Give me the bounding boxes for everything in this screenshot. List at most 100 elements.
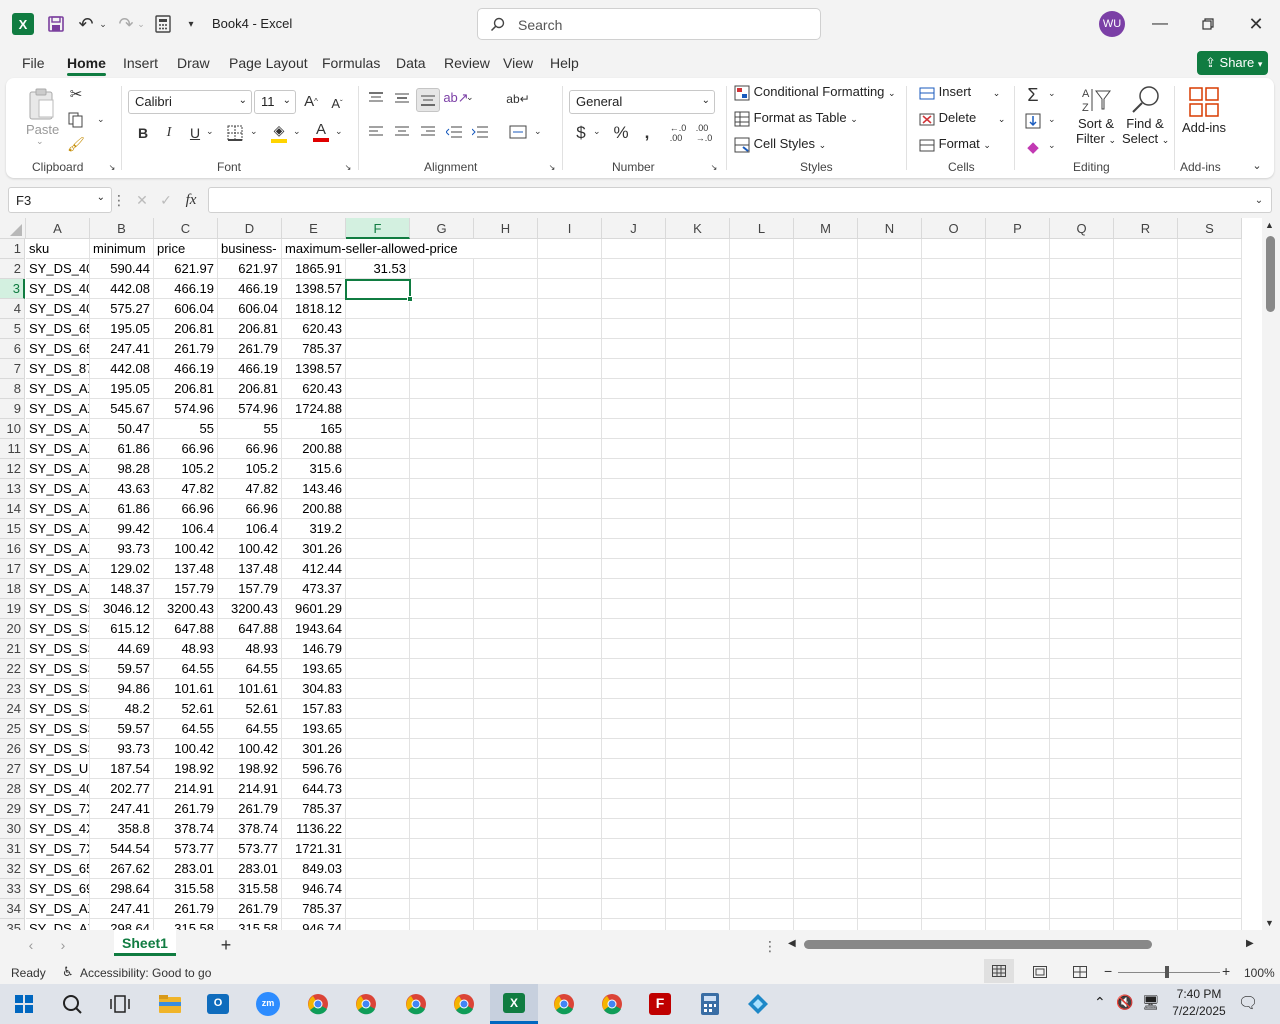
table-cell[interactable] (858, 299, 922, 319)
sort-filter-button[interactable]: AZ Sort & Filter ⌄ (1072, 84, 1120, 156)
table-cell[interactable] (474, 259, 538, 279)
row-header[interactable]: 16 (0, 539, 25, 559)
table-cell[interactable]: 55 (154, 419, 218, 439)
table-cell[interactable] (1178, 519, 1242, 539)
table-cell[interactable] (602, 779, 666, 799)
table-cell[interactable] (858, 459, 922, 479)
table-cell[interactable] (730, 759, 794, 779)
table-cell[interactable] (794, 739, 858, 759)
table-cell[interactable] (922, 799, 986, 819)
table-cell[interactable] (346, 879, 410, 899)
table-cell[interactable] (474, 879, 538, 899)
table-cell[interactable] (410, 799, 474, 819)
table-cell[interactable] (794, 499, 858, 519)
table-cell[interactable] (858, 279, 922, 299)
scroll-up-icon[interactable]: ▲ (1265, 220, 1274, 230)
table-cell[interactable] (410, 339, 474, 359)
restore-icon[interactable] (1194, 12, 1222, 36)
table-cell[interactable] (986, 619, 1050, 639)
volume-muted-icon[interactable]: 🔇 (1116, 994, 1133, 1011)
table-cell[interactable]: 573.77 (154, 839, 218, 859)
table-cell[interactable] (410, 699, 474, 719)
table-cell[interactable] (1114, 599, 1178, 619)
table-cell[interactable] (666, 299, 730, 319)
column-header-r[interactable]: R (1114, 218, 1178, 239)
table-cell[interactable]: SY_DS_AX (26, 499, 90, 519)
table-cell[interactable]: 137.48 (154, 559, 218, 579)
table-cell[interactable]: 98.28 (90, 459, 154, 479)
table-cell[interactable] (538, 579, 602, 599)
column-header-a[interactable]: A (26, 218, 90, 239)
row-header[interactable]: 29 (0, 799, 25, 819)
column-header-c[interactable]: C (154, 218, 218, 239)
table-cell[interactable] (410, 319, 474, 339)
table-cell[interactable] (1178, 679, 1242, 699)
table-cell[interactable] (794, 679, 858, 699)
font-name-select[interactable]: Calibri ⌄ (128, 90, 252, 114)
table-cell[interactable]: 61.86 (90, 499, 154, 519)
table-cell[interactable] (1178, 639, 1242, 659)
formula-input[interactable] (208, 187, 1272, 213)
table-cell[interactable] (794, 619, 858, 639)
copy-dropdown-icon[interactable]: ⌄ (97, 114, 105, 125)
table-cell[interactable] (858, 739, 922, 759)
cell-styles-button[interactable]: Cell Styles ⌄ (734, 136, 826, 158)
table-cell[interactable] (858, 399, 922, 419)
show-hidden-icons-icon[interactable]: ⌃ (1094, 994, 1106, 1011)
table-cell[interactable] (602, 639, 666, 659)
table-cell[interactable]: SY_DS_400 (26, 279, 90, 299)
chrome-icon[interactable] (396, 988, 436, 1020)
table-cell[interactable] (1178, 699, 1242, 719)
header-cell[interactable]: sku (26, 239, 90, 259)
table-cell[interactable] (986, 779, 1050, 799)
fill-color-icon[interactable]: ◈ (268, 120, 290, 144)
table-cell[interactable] (602, 539, 666, 559)
table-cell[interactable]: 785.37 (282, 339, 346, 359)
underline-button[interactable]: U (184, 122, 206, 144)
table-cell[interactable] (1114, 339, 1178, 359)
table-cell[interactable] (410, 459, 474, 479)
table-cell[interactable] (794, 859, 858, 879)
page-layout-view-icon[interactable] (1030, 964, 1050, 980)
table-cell[interactable] (474, 559, 538, 579)
insert-function-icon[interactable]: fx (180, 190, 202, 210)
table-cell[interactable] (666, 779, 730, 799)
table-cell[interactable] (666, 639, 730, 659)
table-cell[interactable] (602, 519, 666, 539)
chrome-icon[interactable] (592, 988, 632, 1020)
table-cell[interactable]: 590.44 (90, 259, 154, 279)
table-cell[interactable] (410, 739, 474, 759)
table-cell[interactable]: 66.96 (154, 439, 218, 459)
table-cell[interactable] (346, 559, 410, 579)
table-cell[interactable] (474, 519, 538, 539)
table-cell[interactable] (986, 519, 1050, 539)
table-cell[interactable]: 247.41 (90, 339, 154, 359)
table-cell[interactable]: SY_DS_AX (26, 399, 90, 419)
row-header[interactable]: 5 (0, 319, 25, 339)
table-cell[interactable] (794, 339, 858, 359)
table-cell[interactable] (538, 439, 602, 459)
table-cell[interactable] (922, 879, 986, 899)
table-cell[interactable]: 206.81 (154, 379, 218, 399)
table-cell[interactable] (410, 639, 474, 659)
table-cell[interactable]: 143.46 (282, 479, 346, 499)
table-cell[interactable] (794, 419, 858, 439)
cut-icon[interactable]: ✂ (66, 84, 86, 104)
table-cell[interactable] (1050, 359, 1114, 379)
header-cell[interactable] (602, 239, 666, 259)
table-cell[interactable] (538, 759, 602, 779)
delete-cells-button[interactable]: Delete ⌄ (919, 110, 1005, 132)
table-cell[interactable]: 66.96 (218, 439, 282, 459)
table-cell[interactable] (794, 659, 858, 679)
top-align-icon[interactable] (366, 88, 386, 108)
table-cell[interactable] (1050, 259, 1114, 279)
table-cell[interactable] (794, 799, 858, 819)
table-cell[interactable]: SY_DS_400 (26, 779, 90, 799)
zoom-level[interactable]: 100% (1244, 966, 1275, 980)
header-cell[interactable] (1178, 239, 1242, 259)
table-cell[interactable]: 544.54 (90, 839, 154, 859)
table-cell[interactable] (474, 599, 538, 619)
table-cell[interactable]: 647.88 (218, 619, 282, 639)
table-cell[interactable] (538, 799, 602, 819)
table-cell[interactable]: 101.61 (218, 679, 282, 699)
